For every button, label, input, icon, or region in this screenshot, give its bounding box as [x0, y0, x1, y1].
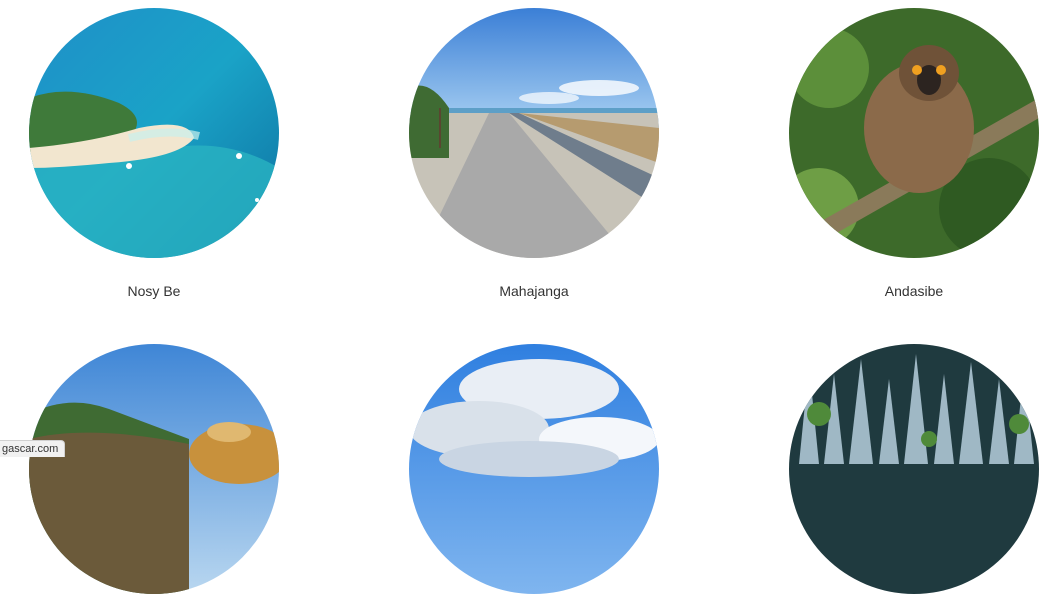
- hills-photo[interactable]: [29, 344, 279, 594]
- nosy-be-photo[interactable]: [29, 8, 279, 258]
- destination-card-nosy-be[interactable]: Nosy Be: [29, 8, 279, 308]
- destination-card-andasibe[interactable]: Andasibe: [789, 8, 1039, 308]
- destination-card-5[interactable]: [409, 344, 659, 594]
- sky-photo[interactable]: [409, 344, 659, 594]
- destination-card-mahajanga[interactable]: Mahajanga: [409, 8, 659, 308]
- destination-name[interactable]: Andasibe: [789, 283, 1039, 299]
- destination-card-4[interactable]: [29, 344, 279, 594]
- destination-name[interactable]: Nosy Be: [29, 283, 279, 299]
- mahajanga-photo[interactable]: [409, 8, 659, 258]
- destination-card-6[interactable]: [789, 344, 1039, 594]
- andasibe-photo[interactable]: [789, 8, 1039, 258]
- status-bar-url: gascar.com: [0, 440, 66, 457]
- destination-name[interactable]: Mahajanga: [409, 283, 659, 299]
- tsingy-photo[interactable]: [789, 344, 1039, 594]
